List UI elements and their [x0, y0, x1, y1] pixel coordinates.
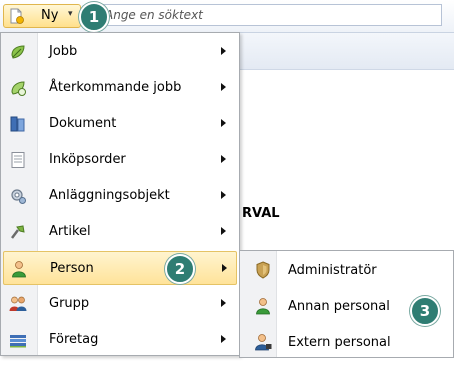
search-box[interactable]: [92, 4, 442, 26]
article-icon: [11, 225, 25, 239]
menu-item-label: Artikel: [49, 224, 91, 239]
company-icon: [10, 335, 26, 348]
submenu-arrow-icon: [221, 83, 226, 91]
submenu-arrow-icon: [221, 299, 226, 307]
submenu-item-label: Extern personal: [288, 335, 391, 350]
chevron-down-icon: ▾: [68, 9, 73, 19]
menu-item-artikel[interactable]: Artikel: [3, 215, 237, 249]
menu-item-label: Anläggningsobjekt: [49, 188, 170, 203]
menu-item-label: Person: [50, 261, 94, 276]
person-icon: [12, 261, 26, 278]
callout-1: 1: [79, 2, 109, 32]
callout-2: 2: [165, 254, 195, 284]
background-section-label: RVAL: [242, 206, 280, 221]
document-icon: [10, 116, 25, 132]
submenu-item-label: Annan personal: [288, 299, 390, 314]
new-button-label: Ny: [41, 8, 59, 23]
menu-item-person[interactable]: Person: [3, 251, 237, 285]
submenu-arrow-icon: [221, 227, 226, 235]
external-staff-icon: [255, 334, 272, 351]
menu-item-label: Inköpsorder: [49, 152, 126, 167]
menu-item-label: Grupp: [49, 296, 90, 311]
menu-item-label: Dokument: [49, 116, 117, 131]
submenu-item-extern-personal[interactable]: Extern personal: [242, 325, 450, 359]
menu-item-aterkommande-jobb[interactable]: Återkommande jobb: [3, 71, 237, 105]
submenu-item-administrator[interactable]: Administratör: [242, 253, 450, 287]
menu-item-jobb[interactable]: Jobb: [3, 35, 237, 69]
group-icon: [9, 296, 27, 311]
menu-item-label: Företag: [49, 332, 99, 347]
purchase-order-icon: [11, 152, 25, 168]
top-toolbar: Ny ▾: [0, 0, 454, 33]
menu-item-inkopsorder[interactable]: Inköpsorder: [3, 143, 237, 177]
submenu-arrow-icon: [221, 191, 226, 199]
submenu-arrow-icon: [221, 119, 226, 127]
callout-3: 3: [410, 296, 440, 326]
new-document-icon: [10, 8, 24, 24]
menu-item-grupp[interactable]: Grupp: [3, 287, 237, 321]
new-item-menu: Jobb Återkommande jobb Dokument Inköpsor…: [0, 32, 240, 356]
submenu-arrow-icon: [222, 264, 227, 272]
submenu-arrow-icon: [221, 47, 226, 55]
new-button[interactable]: Ny ▾: [3, 4, 81, 28]
menu-item-anlaggningsobjekt[interactable]: Anläggningsobjekt: [3, 179, 237, 213]
menu-item-label: Återkommande jobb: [49, 80, 182, 95]
submenu-item-label: Administratör: [288, 263, 377, 278]
background-header-strip: [238, 33, 454, 70]
search-input[interactable]: [93, 5, 441, 25]
job-icon: [11, 45, 25, 59]
submenu-arrow-icon: [221, 155, 226, 163]
other-staff-icon: [256, 298, 270, 315]
submenu-arrow-icon: [221, 335, 226, 343]
administrator-icon: [256, 261, 270, 279]
menu-item-label: Jobb: [49, 44, 78, 59]
menu-item-foretag[interactable]: Företag: [3, 323, 237, 357]
menu-item-dokument[interactable]: Dokument: [3, 107, 237, 141]
facility-object-icon: [11, 189, 26, 204]
recurring-job-icon: [11, 81, 26, 96]
